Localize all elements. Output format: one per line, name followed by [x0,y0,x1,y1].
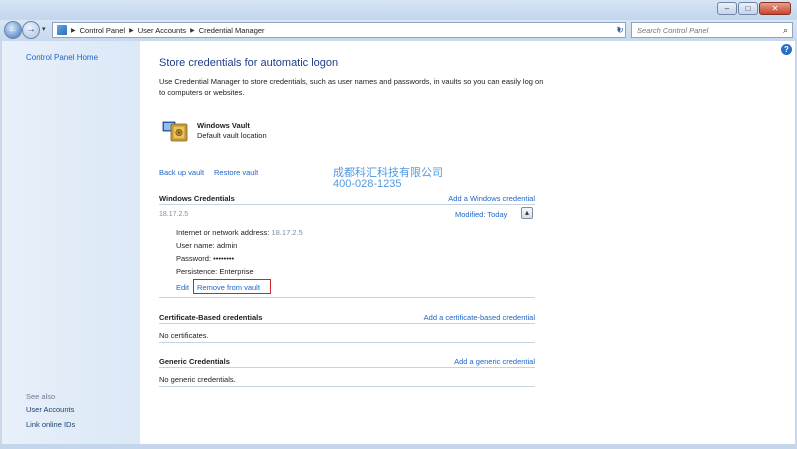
company-watermark: 成都科汇科技有限公司 400-028-1235 [333,168,443,190]
breadcrumb-control-panel[interactable]: Control Panel [80,26,125,35]
add-windows-credential-link[interactable]: Add a Windows credential [448,194,535,203]
address-value: 18.17.2.5 [271,228,303,237]
breadcrumb-separator-icon[interactable]: ▶ [190,27,195,34]
link-online-ids-link[interactable]: Link online IDs [26,420,75,429]
window-bottom-border [0,444,797,449]
breadcrumb-user-accounts[interactable]: User Accounts [138,26,186,35]
username-value: admin [216,241,238,250]
navigation-bar: ← → ▾ ▶ Control Panel ▶ User Accounts ▶ … [0,20,797,41]
section-divider [159,204,535,205]
control-panel-home-link[interactable]: Control Panel Home [26,53,98,62]
search-input[interactable] [637,25,777,35]
search-box[interactable]: ⌕ [631,22,793,38]
recent-pages-dropdown[interactable]: ▾ [42,25,46,33]
password-label: Password: [176,254,212,263]
modified-value: Today [487,210,508,219]
window-controls: – □ ✕ [717,2,791,15]
watermark-phone: 400-028-1235 [333,178,402,190]
address-label: Internet or network address: [176,228,270,237]
page-title: Store credentials for automatic logon [159,57,339,69]
main-content: ? Store credentials for automatic logon … [140,41,795,444]
windows-vault-icon [162,121,188,142]
see-also-heading: See also [26,392,56,401]
add-generic-credential-link[interactable]: Add a generic credential [454,357,535,366]
add-certificate-credential-link[interactable]: Add a certificate-based credential [424,313,535,322]
breadcrumb-separator-icon[interactable]: ▶ [71,27,76,34]
no-generic-credentials-text: No generic credentials. [159,375,236,384]
close-button[interactable]: ✕ [759,2,791,15]
collapse-credential-button[interactable]: ▴ [521,207,533,219]
section-divider [159,297,535,298]
vault-location: Default vault location [197,131,267,140]
minimize-button[interactable]: – [717,2,737,15]
section-divider [159,367,535,368]
section-divider [159,323,535,324]
no-certificates-text: No certificates. [159,331,209,340]
credential-modified: Modified: Today [455,210,507,219]
vault-name[interactable]: Windows Vault [197,121,250,130]
forward-button[interactable]: → [22,21,40,39]
edit-credential-link[interactable]: Edit [176,283,189,292]
breadcrumb-separator-icon[interactable]: ▶ [129,27,134,34]
restore-vault-link[interactable]: Restore vault [214,168,258,177]
username-label: User name: [176,241,215,250]
refresh-icon[interactable]: ↻ [611,23,629,37]
back-up-vault-link[interactable]: Back up vault [159,168,204,177]
control-panel-icon [57,25,67,35]
maximize-button[interactable]: □ [738,2,758,15]
section-divider [159,342,535,343]
credential-address-row: Internet or network address: 18.17.2.5 [176,228,303,237]
credential-entry-name[interactable]: 18.17.2.5 [159,211,188,218]
persistence-label: Persistence: [176,267,218,276]
back-button[interactable]: ← [4,21,22,39]
window-titlebar: – □ ✕ [0,0,797,20]
credential-password-row: Password: •••••••• [176,254,234,263]
remove-from-vault-link[interactable]: Remove from vault [197,283,260,292]
persistence-value: Enterprise [219,267,254,276]
credential-username-row: User name: admin [176,241,237,250]
search-icon[interactable]: ⌕ [783,25,788,36]
address-bar[interactable]: ▶ Control Panel ▶ User Accounts ▶ Creden… [52,22,626,38]
user-accounts-link[interactable]: User Accounts [26,405,74,414]
credential-persistence-row: Persistence: Enterprise [176,267,254,276]
page-description: Use Credential Manager to store credenti… [159,77,544,97]
breadcrumb-credential-manager[interactable]: Credential Manager [199,26,265,35]
help-icon[interactable]: ? [781,44,792,55]
modified-label: Modified: [455,210,486,219]
section-divider [159,386,535,387]
left-navigation-pane: Control Panel Home See also User Account… [2,41,140,444]
password-value: •••••••• [213,254,235,263]
